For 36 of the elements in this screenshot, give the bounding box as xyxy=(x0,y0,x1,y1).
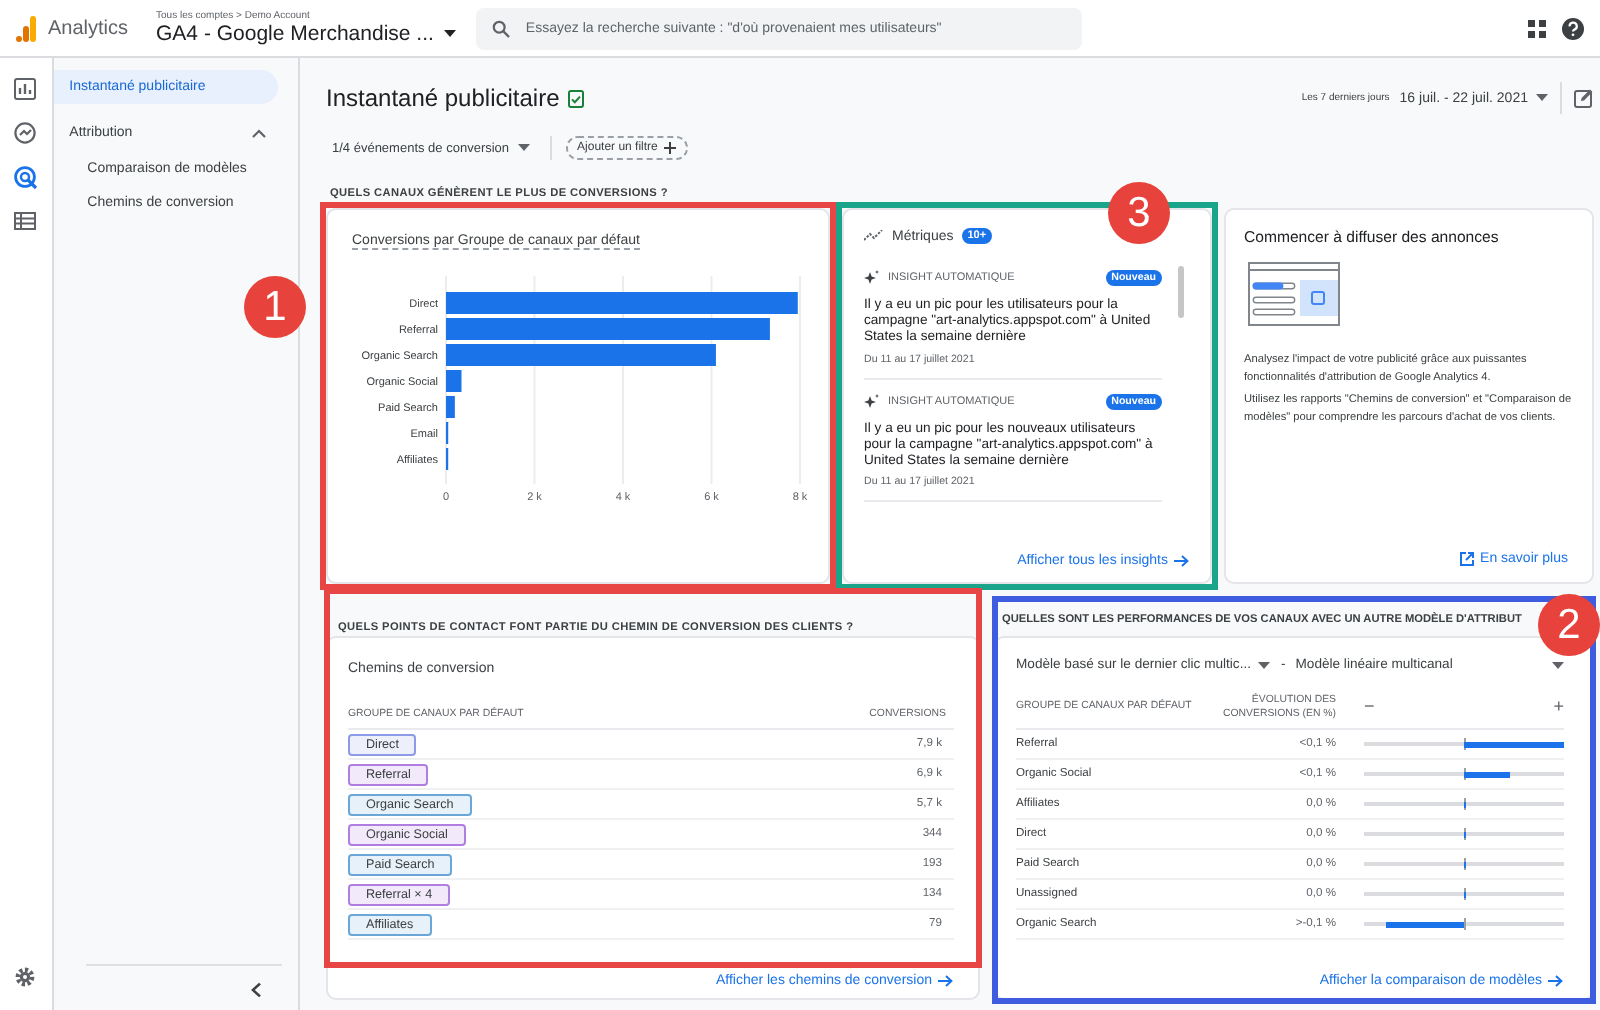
analytics-logo-icon xyxy=(16,15,36,41)
caret-icon xyxy=(1258,661,1271,669)
report-illustration xyxy=(1248,262,1344,328)
settings-icon[interactable] xyxy=(14,966,37,988)
number-badge: 1 xyxy=(244,276,306,338)
sparkle-icon xyxy=(864,393,880,410)
caret-icon xyxy=(1536,94,1548,102)
plus-icon xyxy=(663,142,676,154)
apps-icon[interactable] xyxy=(1528,19,1546,37)
bar xyxy=(446,396,455,418)
sparkline-icon xyxy=(864,230,884,242)
caret-icon xyxy=(517,144,530,152)
collapse-icon[interactable] xyxy=(250,981,262,997)
edit-icon[interactable] xyxy=(1574,88,1594,108)
arrow-icon xyxy=(1548,974,1564,988)
help-icon[interactable] xyxy=(1562,17,1584,39)
scale-label: + xyxy=(1553,700,1564,714)
chevron-icon xyxy=(251,128,266,138)
target-icon[interactable] xyxy=(13,166,38,190)
caret-icon xyxy=(1552,661,1564,669)
number-badge: 3 xyxy=(1108,182,1170,244)
arrow-icon xyxy=(938,974,954,988)
scrollbar[interactable] xyxy=(1178,266,1184,318)
bar-chart-icon[interactable] xyxy=(14,78,37,100)
verified-icon xyxy=(567,89,584,107)
external-link-icon xyxy=(1460,552,1475,566)
sparkle-icon xyxy=(864,270,880,286)
property-selector[interactable]: GA4 - Google Merchandise ... xyxy=(156,22,456,46)
arrow-icon xyxy=(1174,553,1190,567)
list-icon[interactable] xyxy=(14,212,37,230)
page-title: Instantané publicitaire xyxy=(326,84,560,112)
product-name: Analytics xyxy=(48,17,129,39)
caret-icon xyxy=(443,30,456,38)
gauge-icon[interactable] xyxy=(14,122,37,144)
scale-label: − xyxy=(1364,700,1375,714)
bar xyxy=(446,370,462,392)
